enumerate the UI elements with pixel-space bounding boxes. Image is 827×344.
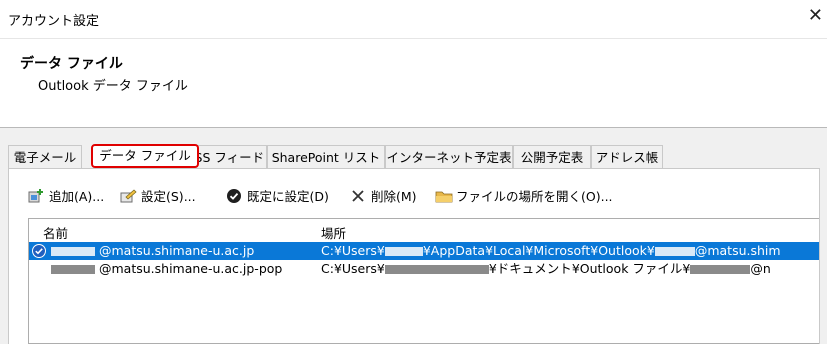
location-path: ¥ドキュメント¥Outlook ファイル¥ [488, 261, 691, 276]
column-header-name[interactable]: 名前 [43, 223, 68, 242]
location-prefix: C:¥Users¥ [321, 243, 385, 258]
list-item[interactable]: @matsu.shimane-u.ac.jp-pop C:¥Users¥ ¥ドキュ… [29, 260, 819, 278]
delete-x-icon [350, 188, 368, 204]
page-title: データ ファイル [20, 56, 123, 72]
add-data-file-icon [28, 188, 46, 204]
file-location-cell: C:¥Users¥ ¥AppData¥Local¥Microsoft¥Outloo… [321, 242, 781, 260]
tab-data-files[interactable]: データ ファイル [91, 144, 199, 168]
add-button[interactable]: 追加(A)... [28, 186, 104, 208]
open-file-location-button[interactable]: ファイルの場所を開く(O)... [435, 186, 613, 208]
file-name: @matsu.shimane-u.ac.jp-pop [98, 261, 283, 276]
tab-published-calendars[interactable]: 公開予定表 [513, 145, 591, 168]
folder-icon [435, 188, 453, 204]
settings-file-icon [120, 188, 138, 204]
open-file-location-label: ファイルの場所を開く(O)... [456, 189, 613, 204]
add-button-label: 追加(A)... [49, 189, 105, 204]
redacted-text [384, 247, 423, 256]
window-title: アカウント設定 [8, 14, 100, 29]
list-item[interactable]: @matsu.shimane-u.ac.jp C:¥Users¥ ¥AppData… [29, 242, 819, 260]
delete-button[interactable]: 削除(M) [350, 186, 417, 208]
redacted-text [690, 265, 751, 274]
settings-button[interactable]: 設定(S)... [120, 186, 196, 208]
location-prefix: C:¥Users¥ [321, 261, 385, 276]
tab-sharepoint-lists[interactable]: SharePoint リスト [267, 145, 385, 168]
tab-email[interactable]: 電子メール [8, 145, 82, 168]
close-icon[interactable]: ✕ [808, 7, 823, 25]
check-circle-icon [226, 188, 244, 204]
redacted-text [51, 247, 95, 256]
data-files-list[interactable]: 名前 場所 @matsu.shimane-u.ac.jp C:¥Users¥ ¥A… [28, 218, 819, 344]
redacted-text [654, 247, 695, 256]
file-location-cell: C:¥Users¥ ¥ドキュメント¥Outlook ファイル¥ @n [321, 260, 771, 278]
redacted-text [51, 265, 95, 274]
set-default-button[interactable]: 既定に設定(D) [226, 186, 329, 208]
redacted-text [384, 265, 489, 274]
location-suffix: @matsu.shim [694, 243, 781, 258]
delete-button-label: 削除(M) [371, 189, 417, 204]
account-settings-window: アカウント設定 ✕ データ ファイル Outlook データ ファイル 電子メー… [0, 0, 827, 344]
location-path: ¥AppData¥Local¥Microsoft¥Outlook¥ [422, 243, 655, 258]
settings-button-label: 設定(S)... [141, 189, 196, 204]
location-suffix: @n [750, 261, 771, 276]
page-subtitle: Outlook データ ファイル [38, 79, 188, 94]
file-name-cell: @matsu.shimane-u.ac.jp [51, 242, 254, 260]
column-header-location[interactable]: 場所 [321, 223, 346, 242]
set-default-label: 既定に設定(D) [247, 189, 329, 204]
tab-address-books[interactable]: アドレス帳 [591, 145, 663, 168]
file-name-cell: @matsu.shimane-u.ac.jp-pop [51, 260, 282, 278]
tab-internet-calendars[interactable]: インターネット予定表 [385, 145, 513, 168]
divider [0, 38, 827, 39]
file-name: @matsu.shimane-u.ac.jp [98, 243, 255, 258]
